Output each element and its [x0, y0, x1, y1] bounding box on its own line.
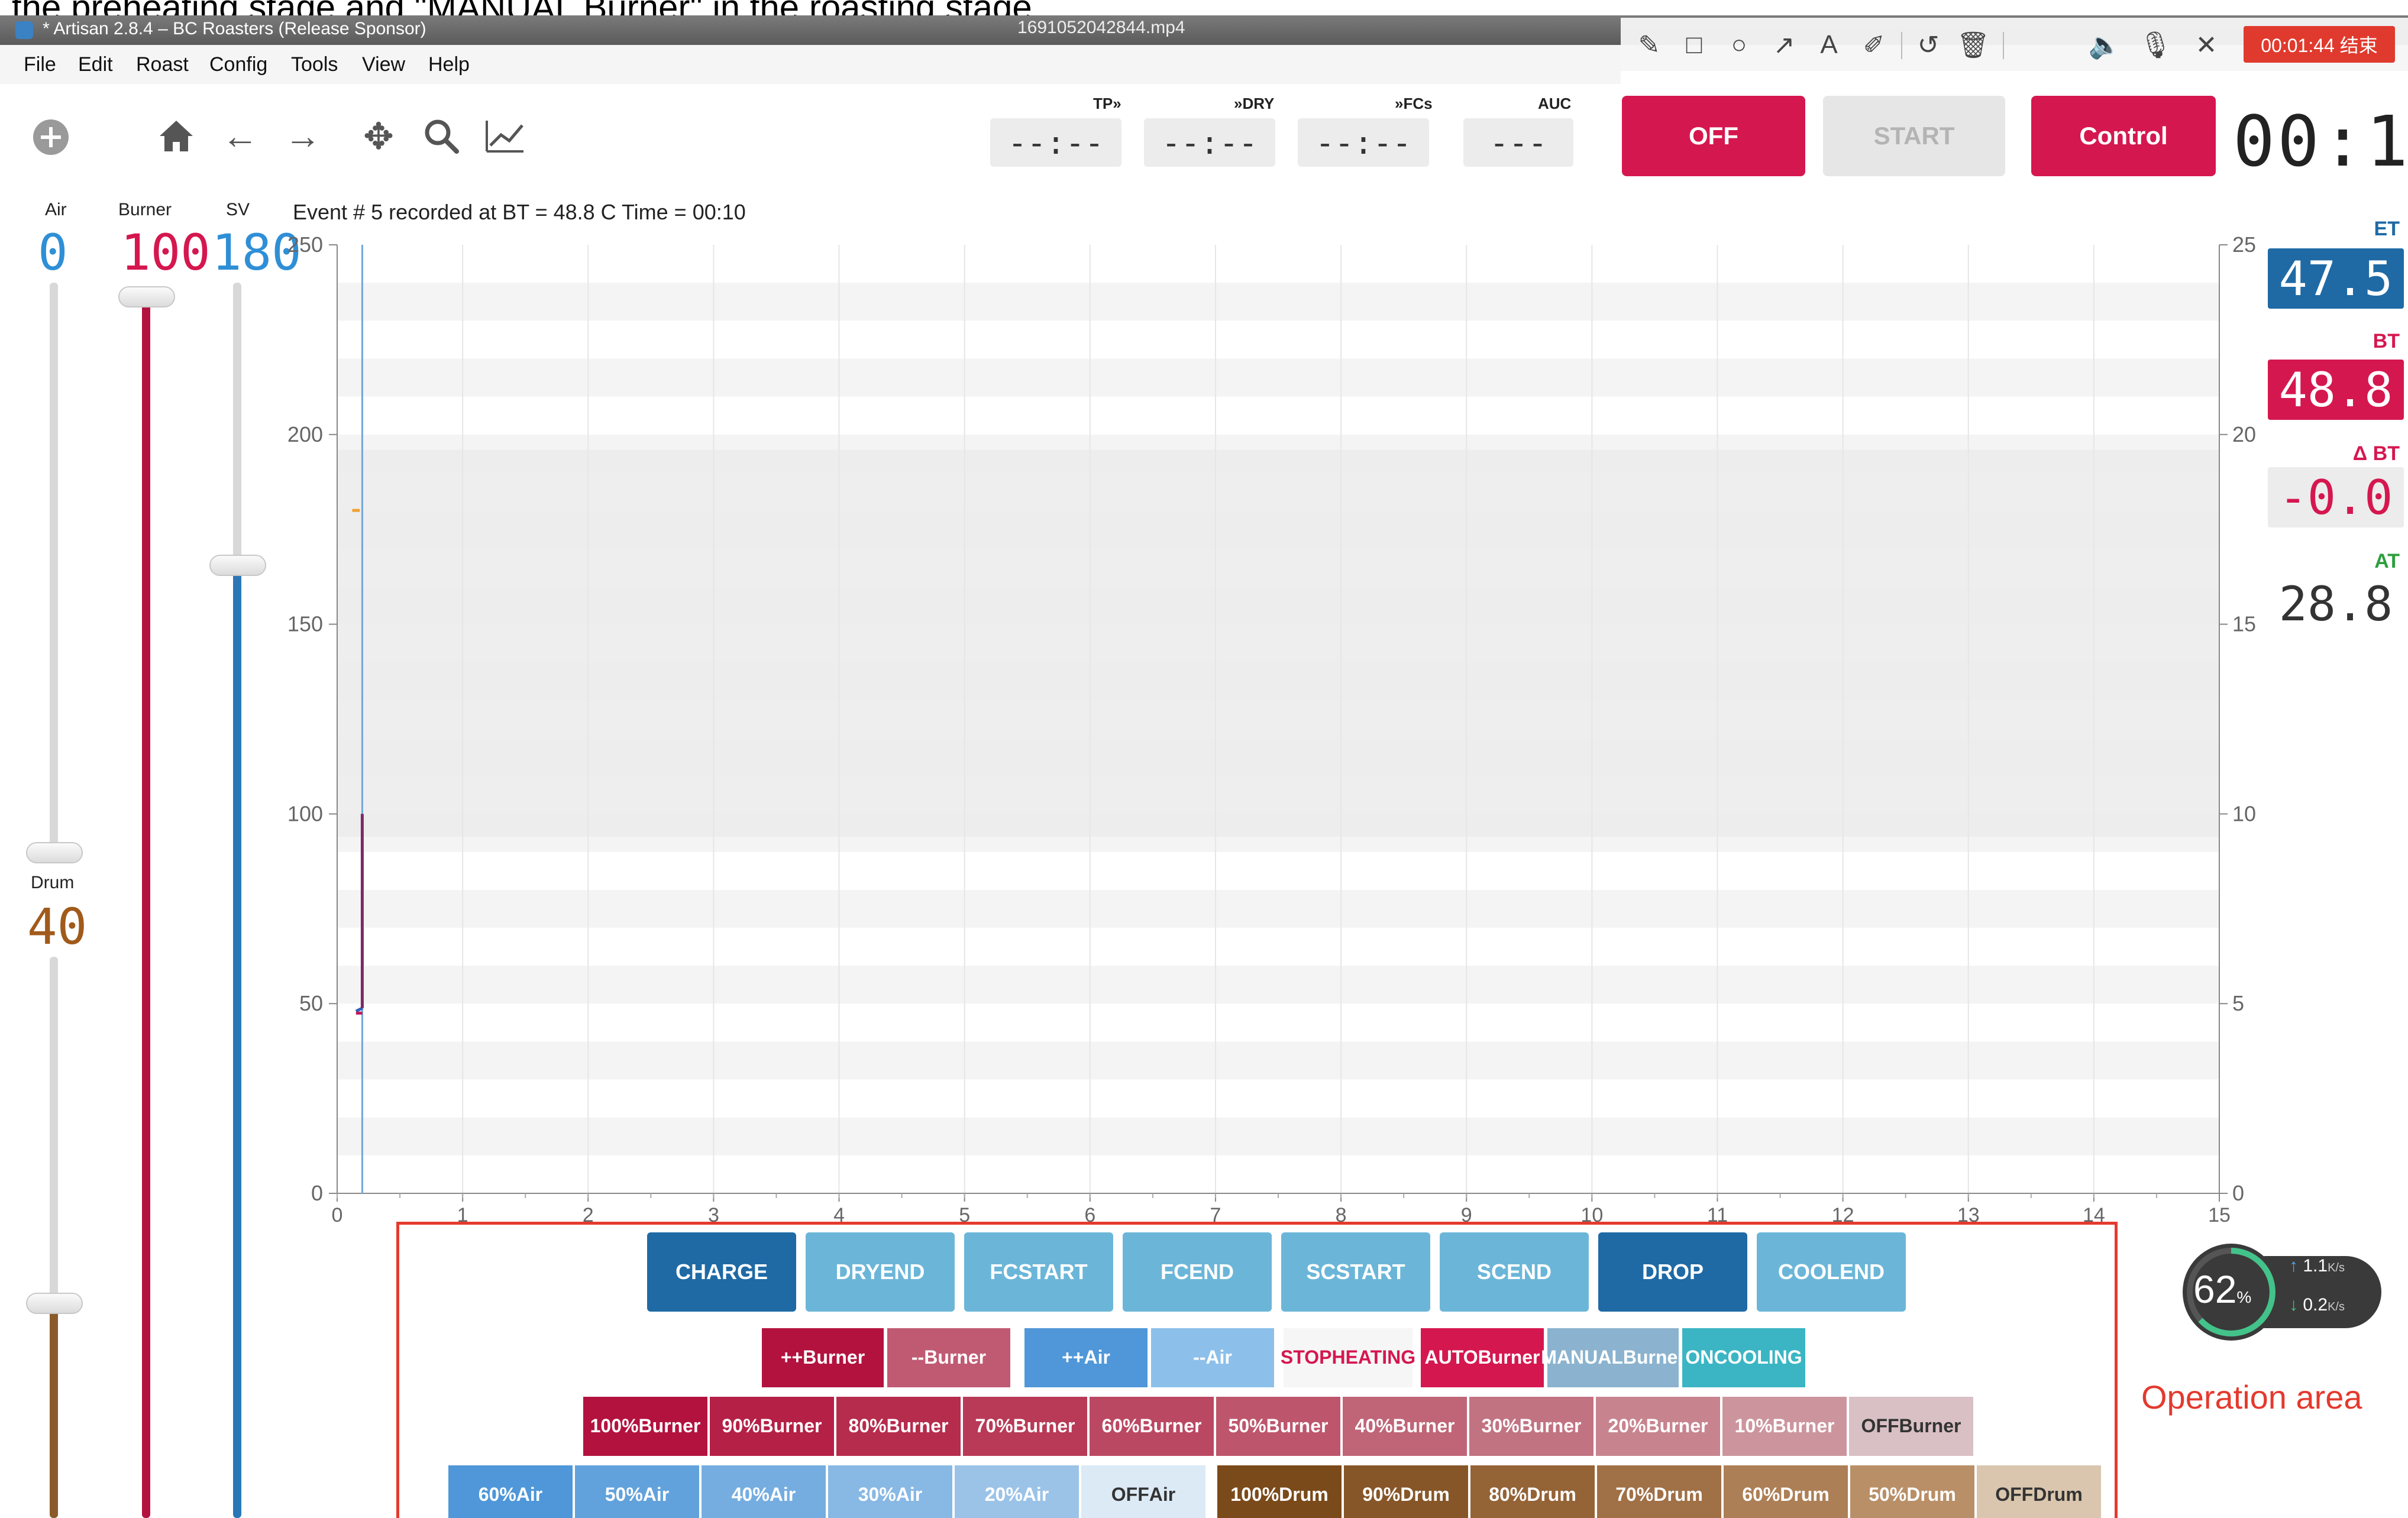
fc-end-button[interactable]: FC END [1123, 1232, 1272, 1312]
drum-50-button[interactable]: 50% Drum [1850, 1465, 1974, 1518]
y-tick-label: 0 [311, 1181, 323, 1205]
chart-band [337, 358, 2219, 397]
burner-50-button[interactable]: 50% Burner [1216, 1397, 1340, 1456]
chart-band [337, 1079, 2219, 1118]
stop-heating-button[interactable]: STOP HEATING [1281, 1328, 1415, 1387]
down-arrow-icon: ↓ [2289, 1295, 2298, 1315]
burner-70-button[interactable]: 70% Burner [963, 1397, 1087, 1456]
burner-90-button[interactable]: 90% Burner [710, 1397, 834, 1456]
burner-increase-button[interactable]: ++ Burner [762, 1328, 884, 1387]
rate-gauge: 62% ↑ 1.1K/s ↓ 0.2K/s [2183, 1242, 2384, 1348]
up-arrow-icon: ↑ [2289, 1256, 2298, 1276]
y-right-tick-label: 15 [2232, 612, 2256, 636]
air-50-button[interactable]: 50% Air [575, 1465, 699, 1518]
chart-band [337, 966, 2219, 1004]
x-tick-label: 15 [2208, 1204, 2231, 1226]
chart-band [337, 1041, 2219, 1080]
y-tick-label: 200 [287, 422, 323, 446]
y-tick-label: 50 [299, 991, 323, 1015]
drop-button[interactable]: DROP [1598, 1232, 1747, 1312]
chart-band [337, 1117, 2219, 1156]
phase-band [337, 449, 2219, 837]
burner-10-button[interactable]: 10% Burner [1722, 1397, 1847, 1456]
burner-40-button[interactable]: 40% Burner [1343, 1397, 1467, 1456]
burner-100-button[interactable]: 100% Burner [583, 1397, 707, 1456]
chart-band [337, 396, 2219, 435]
burner-60-button[interactable]: 60% Burner [1090, 1397, 1214, 1456]
burner-30-button[interactable]: 30% Burner [1469, 1397, 1594, 1456]
chart-grid [337, 245, 2220, 1194]
on-cooling-button[interactable]: ON COOLING [1682, 1328, 1805, 1387]
y-right-tick-label: 0 [2232, 1181, 2244, 1205]
chart-band [337, 321, 2219, 359]
y-tick-label: 250 [287, 232, 323, 257]
burner-80-button[interactable]: 80% Burner [836, 1397, 961, 1456]
chart-band [337, 927, 2219, 966]
chart-band [337, 245, 2219, 283]
chart-band [337, 283, 2219, 321]
chart-band [337, 1155, 2219, 1193]
y-tick-label: 150 [287, 612, 323, 636]
at-readout: 28.8 [2278, 576, 2393, 632]
drum-60-button[interactable]: 60% Drum [1724, 1465, 1848, 1518]
delta-bt-readout: -0.0 [2268, 467, 2404, 527]
y-tick-label: 100 [287, 801, 323, 826]
y-right-tick-label: 5 [2232, 991, 2244, 1015]
drum-90-button[interactable]: 90% Drum [1344, 1465, 1468, 1518]
chart-band [337, 852, 2219, 890]
at-label: AT [2374, 550, 2400, 572]
air-increase-button[interactable]: ++ Air [1024, 1328, 1148, 1387]
drum-80-button[interactable]: 80% Drum [1470, 1465, 1595, 1518]
gauge-down-rate: ↓ 0.2K/s [2289, 1295, 2345, 1315]
et-readout: 47.5 [2268, 248, 2404, 309]
sc-start-button[interactable]: SC START [1281, 1232, 1430, 1312]
et-label: ET [2374, 218, 2400, 240]
drum-100-button[interactable]: 100% Drum [1217, 1465, 1342, 1518]
operation-area-label: Operation area [2141, 1378, 2362, 1416]
x-tick-label: 0 [332, 1204, 343, 1226]
air-20-button[interactable]: 20% Air [955, 1465, 1079, 1518]
air-decrease-button[interactable]: -- Air [1151, 1328, 1274, 1387]
gauge-up-rate: ↑ 1.1K/s [2289, 1256, 2345, 1276]
fc-start-button[interactable]: FC START [964, 1232, 1113, 1312]
air-30-button[interactable]: 30% Air [828, 1465, 952, 1518]
y-right-tick-label: 10 [2232, 801, 2256, 826]
air-40-button[interactable]: 40% Air [702, 1465, 826, 1518]
drum-off-button[interactable]: OFF Drum [1977, 1465, 2101, 1518]
auto-burner-button[interactable]: AUTO Burner [1421, 1328, 1544, 1387]
bt-label: BT [2373, 330, 2400, 352]
y-right-tick-label: 25 [2232, 232, 2256, 257]
chart-band [337, 1004, 2219, 1042]
y-right-tick-label: 20 [2232, 422, 2256, 446]
dry-end-button[interactable]: DRY END [806, 1232, 955, 1312]
gauge-percent: 62% [2193, 1267, 2252, 1311]
chart-band [337, 889, 2219, 928]
sc-end-button[interactable]: SC END [1440, 1232, 1589, 1312]
air-off-button[interactable]: OFF Air [1081, 1465, 1205, 1518]
charge-button[interactable]: CHARGE [647, 1232, 796, 1312]
bt-readout: 48.8 [2268, 360, 2404, 420]
manual-burner-button[interactable]: MANUAL Burner [1541, 1328, 1685, 1387]
burner-off-button[interactable]: OFF Burner [1849, 1397, 1973, 1456]
drum-70-button[interactable]: 70% Drum [1597, 1465, 1721, 1518]
delta-bt-label: Δ BT [2352, 442, 2400, 465]
cool-end-button[interactable]: COOL END [1757, 1232, 1906, 1312]
air-60-button[interactable]: 60% Air [448, 1465, 573, 1518]
burner-20-button[interactable]: 20% Burner [1596, 1397, 1720, 1456]
burner-decrease-button[interactable]: -- Burner [887, 1328, 1010, 1387]
